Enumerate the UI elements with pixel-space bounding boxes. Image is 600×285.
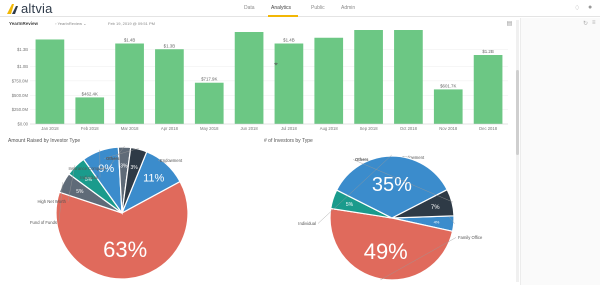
monthly-bar-chart: $0.00 $250.0M $500.0M $750.0M $1.0B $1.3B Jan … xyxy=(12,30,508,131)
pie-percent-label: 3% xyxy=(131,165,139,171)
x-tick-label: Mar 2018 xyxy=(121,126,139,131)
pie-slice-label: Individual xyxy=(298,221,316,226)
pie-slice-label: Insurance Company xyxy=(69,166,107,171)
pie-percent-label: 5% xyxy=(76,189,84,195)
y-tick-label: $1.0B xyxy=(17,64,28,69)
bar[interactable] xyxy=(234,32,264,124)
nav-item-analytics[interactable]: Analytics xyxy=(271,5,291,11)
x-tick-label: Jul 2018 xyxy=(281,126,298,131)
y-tick-label: $750.0M xyxy=(12,78,29,83)
scrollbar-thumb[interactable] xyxy=(516,70,519,155)
user-icon[interactable]: ● xyxy=(588,4,592,11)
pie-slice-label: Fund of Funds xyxy=(30,220,57,225)
x-tick-label: Sep 2018 xyxy=(360,126,379,131)
pie-slice-label: Endowment xyxy=(160,158,183,163)
refresh-icon[interactable]: ↻ xyxy=(583,20,588,27)
nav-item-admin[interactable]: Admin xyxy=(341,5,355,11)
right-side-panel: ↻ ≡ xyxy=(520,18,600,285)
pie-slice-label: Others xyxy=(355,157,369,162)
cursor-icon: ⌖ xyxy=(274,60,278,68)
bar-data-label: $1.2B xyxy=(482,49,494,54)
bar[interactable] xyxy=(194,82,224,124)
x-tick-label: Dec 2018 xyxy=(479,126,498,131)
y-tick-label: $500.0M xyxy=(12,93,29,98)
active-tab-indicator xyxy=(268,15,298,17)
bar[interactable] xyxy=(115,43,144,125)
bar-data-label: $1.4B xyxy=(124,38,136,43)
investor-type-pie-charts: 11% Endowment 63% 5% Fund of Funds 5% High Net… xyxy=(30,145,483,281)
x-tick-label: May 2018 xyxy=(200,126,219,131)
pie-percent-label: 7% xyxy=(431,205,440,211)
pie-percent-label: 4% xyxy=(434,219,440,224)
bell-icon[interactable]: ♢ xyxy=(574,4,580,12)
bar-data-label: $462.4K xyxy=(82,91,98,96)
report-selector[interactable]: ▫ YearInReview ⌄ xyxy=(55,21,86,26)
bar[interactable] xyxy=(35,39,65,124)
bar[interactable] xyxy=(314,37,344,124)
pie-slice-label: Individual xyxy=(80,175,98,180)
pie-slice-label: Family Office xyxy=(458,235,483,240)
bar[interactable] xyxy=(155,49,184,124)
report-date: Feb 19, 2019 @ 09:51 PM xyxy=(108,21,155,26)
bar-data-label: $1.4B xyxy=(283,38,295,43)
pie-slice-label: Others xyxy=(106,156,120,161)
bar-data-label: $1.3B xyxy=(164,43,176,48)
menu-icon[interactable]: ≡ xyxy=(592,20,596,26)
altvia-logo[interactable]: altvia xyxy=(6,1,53,16)
x-tick-label: Nov 2018 xyxy=(439,126,458,131)
y-tick-label: $0.00 xyxy=(18,122,29,127)
pie-percent-label: 5% xyxy=(346,202,354,208)
pie-percent-label: 35% xyxy=(372,174,412,196)
x-tick-label: Jun 2018 xyxy=(240,126,258,131)
report-title: YearInReview xyxy=(9,21,39,26)
bar-data-label: $601.7K xyxy=(440,83,456,88)
x-tick-label: Apr 2018 xyxy=(161,126,179,131)
logo-text: altvia xyxy=(21,1,53,16)
bar[interactable] xyxy=(473,55,503,124)
pie-percent-label: 11% xyxy=(143,172,164,184)
x-tick-label: Oct 2018 xyxy=(400,126,418,131)
pie-slice-label: High Net Worth xyxy=(37,199,66,204)
pie-percent-label: 63% xyxy=(103,237,147,262)
pie-percent-label: 49% xyxy=(364,239,408,264)
y-tick-label: $250.0M xyxy=(12,107,29,112)
altvia-logo-icon xyxy=(7,3,18,14)
y-tick-label: $1.3B xyxy=(17,47,28,52)
x-tick-label: Feb 2018 xyxy=(81,126,99,131)
bar[interactable] xyxy=(394,30,423,124)
bar-data-label: $717.9K xyxy=(201,77,217,82)
nav-item-public[interactable]: Public xyxy=(311,5,325,11)
nav-item-data[interactable]: Data xyxy=(244,5,255,11)
present-icon[interactable]: ▤ xyxy=(507,21,513,27)
bar[interactable] xyxy=(433,89,463,124)
bar[interactable] xyxy=(354,30,383,124)
report-selector-label: YearInReview xyxy=(57,21,83,26)
x-tick-label: Aug 2018 xyxy=(320,126,339,131)
pie-percent-label: 3% xyxy=(120,163,128,169)
x-tick-label: Jan 2018 xyxy=(41,126,59,131)
report-toolbar: YearInReview ▫ YearInReview ⌄ Feb 19, 20… xyxy=(0,18,520,30)
top-navigation-bar: altvia Data Analytics Public Admin ♢ ● xyxy=(0,0,600,17)
bar[interactable] xyxy=(274,43,304,125)
bar[interactable] xyxy=(75,97,105,124)
